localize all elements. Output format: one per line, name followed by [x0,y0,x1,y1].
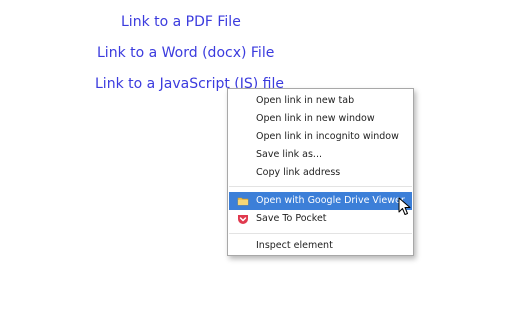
menu-item-open-drive-viewer[interactable]: Open with Google Drive Viewer [229,192,412,210]
menu-item-open-incognito[interactable]: Open link in incognito window [229,128,412,146]
link-word-docx-file[interactable]: Link to a Word (docx) File [97,45,274,61]
menu-item-open-new-tab[interactable]: Open link in new tab [229,92,412,110]
menu-item-open-new-window[interactable]: Open link in new window [229,110,412,128]
menu-separator [229,233,412,234]
menu-item-label: Open link in new tab [256,95,355,106]
context-menu: Open link in new tab Open link in new wi… [227,88,414,256]
menu-item-label: Open link in new window [256,113,375,124]
folder-icon [237,195,249,207]
menu-item-label: Open link in incognito window [256,131,399,142]
menu-separator [229,186,412,187]
menu-item-label: Save To Pocket [256,213,327,224]
mouse-pointer-icon [398,197,412,217]
menu-item-label: Inspect element [256,240,333,251]
menu-item-label: Save link as... [256,149,322,160]
menu-item-label: Copy link address [256,167,341,178]
menu-item-label: Open with Google Drive Viewer [256,195,405,206]
page: Link to a PDF File Link to a Word (docx)… [0,0,512,320]
menu-item-save-to-pocket[interactable]: Save To Pocket [229,210,412,228]
menu-item-inspect-element[interactable]: Inspect element [229,237,412,255]
link-pdf-file[interactable]: Link to a PDF File [121,14,241,30]
menu-item-save-link-as[interactable]: Save link as... [229,146,412,164]
menu-item-copy-link-address[interactable]: Copy link address [229,164,412,182]
pocket-icon [237,213,249,225]
